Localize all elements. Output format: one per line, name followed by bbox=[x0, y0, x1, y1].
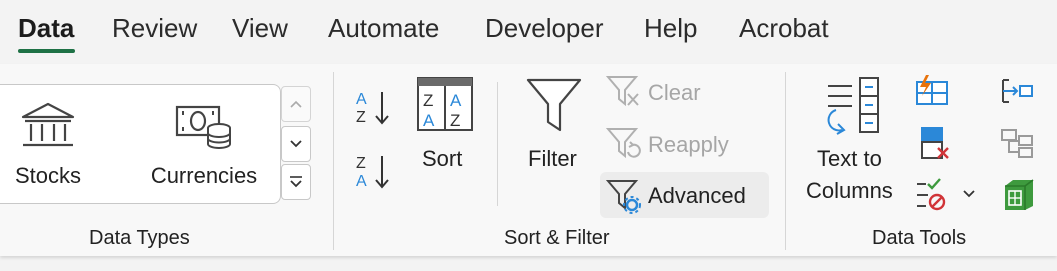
gallery-scroll-up[interactable] bbox=[281, 86, 311, 122]
sort-a-to-z-button[interactable]: A Z bbox=[354, 88, 394, 128]
group-label-data-tools: Data Tools bbox=[872, 227, 967, 249]
relationships-icon bbox=[1001, 129, 1033, 158]
tab-review[interactable]: Review bbox=[112, 13, 197, 44]
advanced-button[interactable]: Advanced bbox=[600, 172, 769, 218]
currencies-button[interactable]: Currencies bbox=[144, 101, 264, 189]
funnel-refresh-icon bbox=[606, 128, 641, 159]
flash-fill-button[interactable] bbox=[914, 74, 950, 108]
sort-label: Sort bbox=[422, 146, 463, 171]
funnel-icon bbox=[526, 78, 582, 132]
chevron-down-icon[interactable] bbox=[962, 189, 976, 199]
group-label-sort-filter: Sort & Filter bbox=[504, 227, 610, 249]
gallery-scroll-down[interactable] bbox=[281, 126, 311, 162]
ribbon-panel: Stocks Currencies Data Types A Z Z A Z A… bbox=[0, 64, 1057, 256]
tab-acrobat[interactable]: Acrobat bbox=[739, 13, 829, 44]
data-validation-button[interactable] bbox=[914, 176, 976, 212]
group-label-data-types: Data Types bbox=[89, 227, 190, 249]
consolidate-button[interactable] bbox=[999, 76, 1035, 106]
text-to-columns-label-line1: Text to bbox=[817, 146, 882, 171]
funnel-gear-icon bbox=[606, 180, 641, 214]
clear-label: Clear bbox=[648, 80, 701, 105]
funnel-clear-icon bbox=[606, 76, 639, 107]
gallery-expand[interactable] bbox=[281, 164, 311, 200]
tab-developer[interactable]: Developer bbox=[485, 13, 604, 44]
svg-text:A: A bbox=[356, 173, 367, 190]
currencies-label: Currencies bbox=[150, 163, 258, 188]
sort-dialog-icon: Z A A Z bbox=[417, 77, 473, 131]
reapply-label: Reapply bbox=[648, 132, 729, 157]
sort-ascending-icon: A Z bbox=[356, 91, 389, 126]
chevron-down-icon bbox=[290, 140, 302, 148]
remove-duplicates-icon bbox=[921, 127, 949, 159]
stocks-label: Stocks bbox=[14, 163, 82, 188]
money-coins-icon bbox=[175, 105, 231, 149]
data-types-gallery: Stocks Currencies bbox=[0, 84, 281, 204]
svg-text:A: A bbox=[356, 91, 367, 108]
remove-duplicates-button[interactable] bbox=[916, 126, 952, 162]
advanced-label: Advanced bbox=[648, 183, 746, 208]
flash-fill-icon bbox=[916, 75, 948, 105]
active-tab-indicator bbox=[18, 49, 75, 53]
svg-text:Z: Z bbox=[423, 91, 433, 110]
svg-text:Z: Z bbox=[356, 155, 366, 172]
sort-descending-icon: Z A bbox=[356, 155, 389, 190]
data-validation-icon bbox=[917, 178, 946, 211]
reapply-button[interactable]: Reapply bbox=[606, 126, 766, 162]
clear-button[interactable]: Clear bbox=[606, 74, 766, 110]
text-to-columns-label-line2: Columns bbox=[806, 178, 893, 203]
svg-text:A: A bbox=[450, 91, 462, 110]
svg-text:Z: Z bbox=[450, 111, 460, 130]
data-model-button[interactable] bbox=[1001, 178, 1035, 212]
svg-text:A: A bbox=[423, 111, 435, 130]
tab-view[interactable]: View bbox=[232, 13, 288, 44]
group-separator bbox=[785, 72, 786, 250]
group-separator bbox=[333, 72, 334, 250]
svg-text:Z: Z bbox=[356, 109, 366, 126]
filter-button[interactable]: Filter bbox=[522, 76, 586, 186]
gallery-more-icon bbox=[290, 176, 302, 188]
filter-label: Filter bbox=[528, 146, 577, 171]
bank-building-icon bbox=[21, 102, 75, 147]
data-model-icon bbox=[1005, 179, 1034, 210]
text-to-columns-button[interactable]: Text to Columns bbox=[800, 74, 904, 206]
text-to-columns-icon bbox=[827, 77, 879, 135]
tab-help[interactable]: Help bbox=[644, 13, 697, 44]
chevron-up-icon bbox=[290, 100, 302, 108]
ribbon-tabs: Data Review View Automate Developer Help… bbox=[0, 0, 1057, 62]
tab-data[interactable]: Data bbox=[18, 13, 74, 44]
sort-button[interactable]: Z A A Z Sort bbox=[412, 76, 476, 186]
relationships-button[interactable] bbox=[999, 126, 1035, 160]
stocks-button[interactable]: Stocks bbox=[8, 101, 88, 189]
inner-separator bbox=[497, 82, 498, 206]
sort-z-to-a-button[interactable]: Z A bbox=[354, 152, 394, 192]
consolidate-icon bbox=[1002, 79, 1033, 103]
tab-automate[interactable]: Automate bbox=[328, 13, 439, 44]
